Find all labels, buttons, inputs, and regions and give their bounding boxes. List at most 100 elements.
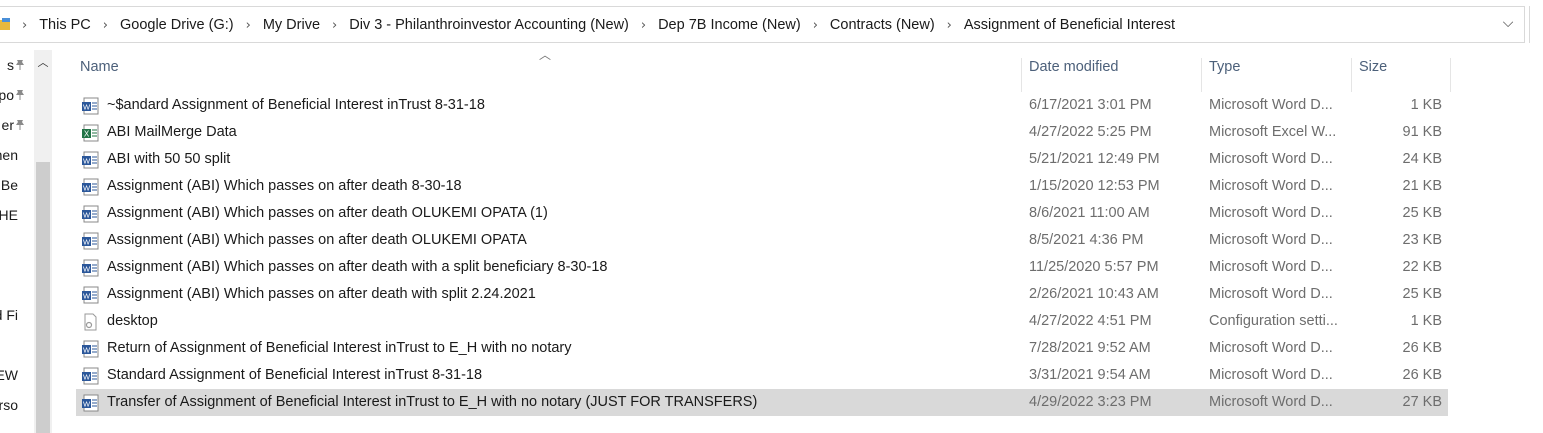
file-name: Assignment (ABI) Which passes on after d… — [107, 232, 527, 248]
word-file-icon: W — [82, 151, 99, 169]
file-type: Microsoft Word D... — [1209, 205, 1333, 221]
file-date-modified: 4/27/2022 4:51 PM — [1029, 313, 1152, 329]
file-type: Microsoft Word D... — [1209, 394, 1333, 410]
nav-item-label: Perso — [0, 397, 18, 413]
file-rows: W ~$andard Assignment of Beneficial Inter… — [76, 92, 1448, 416]
word-file-icon: W — [82, 286, 99, 304]
nav-item-label: of Be — [0, 177, 18, 193]
svg-text:W: W — [83, 373, 91, 382]
breadcrumb-item[interactable]: My Drive — [263, 17, 320, 33]
breadcrumb-item[interactable]: Dep 7B Income (New) — [658, 17, 801, 33]
svg-text:W: W — [83, 157, 91, 166]
file-row[interactable]: desktop 4/27/2022 4:51 PM Configuration se… — [76, 308, 1448, 335]
column-header-name[interactable]: Name — [80, 58, 119, 92]
word-file-icon: W — [82, 394, 99, 412]
file-row[interactable]: W Assignment (ABI) Which passes on after … — [76, 254, 1448, 281]
file-date-modified: 5/21/2021 12:49 PM — [1029, 151, 1160, 167]
file-type: Configuration setti... — [1209, 313, 1338, 329]
column-divider[interactable] — [1021, 58, 1022, 92]
nav-scrollbar-thumb[interactable] — [36, 162, 50, 433]
breadcrumb-item[interactable]: Google Drive (G:) — [120, 17, 234, 33]
chevron-right-icon[interactable]: › — [641, 18, 646, 33]
file-date-modified: 1/15/2020 12:53 PM — [1029, 178, 1160, 194]
column-divider[interactable] — [1450, 58, 1451, 92]
nav-item-label: E THE — [0, 207, 18, 223]
file-type: Microsoft Word D... — [1209, 259, 1333, 275]
file-name: Assignment (ABI) Which passes on after d… — [107, 286, 536, 302]
chevron-right-icon[interactable]: › — [332, 18, 337, 33]
file-date-modified: 6/17/2021 3:01 PM — [1029, 97, 1152, 113]
file-size: 27 KB — [1402, 394, 1443, 410]
pin-icon — [16, 60, 24, 70]
file-row[interactable]: W Return of Assignment of Beneficial Inte… — [76, 335, 1448, 362]
file-date-modified: 8/6/2021 11:00 AM — [1029, 205, 1150, 221]
svg-text:W: W — [83, 265, 91, 274]
breadcrumb-item[interactable]: Contracts (New) — [830, 17, 935, 33]
file-row[interactable]: W Assignment (ABI) Which passes on after … — [76, 200, 1448, 227]
word-file-icon: W — [82, 232, 99, 250]
chevron-right-icon[interactable]: › — [22, 18, 27, 33]
file-size: 22 KB — [1402, 259, 1443, 275]
file-date-modified: 2/26/2021 10:43 AM — [1029, 286, 1159, 302]
excel-file-icon: X — [82, 124, 99, 142]
file-type: Microsoft Word D... — [1209, 97, 1333, 113]
file-date-modified: 11/25/2020 5:57 PM — [1029, 259, 1159, 275]
file-name: Transfer of Assignment of Beneficial Int… — [107, 394, 758, 410]
chevron-right-icon[interactable]: › — [947, 18, 952, 33]
file-size: 1 KB — [1410, 97, 1442, 113]
file-list: ︿ Name Date modified Type Size W ~$andard… — [76, 48, 1452, 433]
file-size: 25 KB — [1402, 286, 1443, 302]
file-name: desktop — [107, 313, 158, 329]
file-name: Return of Assignment of Beneficial Inter… — [107, 340, 572, 356]
chevron-up-icon[interactable]: ︿ — [36, 54, 50, 69]
svg-text:W: W — [83, 292, 91, 301]
file-name: Assignment (ABI) Which passes on after d… — [107, 259, 608, 275]
nav-item-label: cumen — [0, 147, 18, 163]
svg-text:W: W — [83, 103, 91, 112]
file-row[interactable]: W Assignment (ABI) Which passes on after … — [76, 173, 1448, 200]
column-header-size[interactable]: Size — [1359, 58, 1387, 92]
nav-item-label: s — [7, 57, 14, 73]
file-date-modified: 4/29/2022 3:23 PM — [1029, 394, 1152, 410]
word-file-icon: W — [82, 205, 99, 223]
chevron-down-icon[interactable]: ⌵ — [1496, 15, 1520, 35]
column-divider[interactable] — [1351, 58, 1352, 92]
word-file-icon: W — [82, 259, 99, 277]
breadcrumb-item[interactable]: Assignment of Beneficial Interest — [964, 17, 1175, 33]
nav-item-label: po — [0, 87, 14, 103]
folder-icon — [0, 18, 10, 30]
chevron-right-icon[interactable]: › — [813, 18, 818, 33]
file-row[interactable]: W Standard Assignment of Beneficial Inter… — [76, 362, 1448, 389]
file-size: 1 KB — [1410, 313, 1442, 329]
file-size: 26 KB — [1402, 367, 1443, 383]
chevron-right-icon[interactable]: › — [103, 18, 108, 33]
breadcrumb-item[interactable]: Div 3 - Philanthroinvestor Accounting (N… — [349, 17, 629, 33]
config-file-icon — [84, 313, 97, 331]
file-name: Assignment (ABI) Which passes on after d… — [107, 205, 548, 221]
column-header-date[interactable]: Date modified — [1029, 58, 1118, 92]
svg-text:W: W — [83, 184, 91, 193]
svg-text:W: W — [83, 346, 91, 355]
file-row[interactable]: W Assignment (ABI) Which passes on after … — [76, 281, 1448, 308]
nav-item-label: er — [1, 117, 14, 133]
file-row[interactable]: W ~$andard Assignment of Beneficial Inter… — [76, 92, 1448, 119]
search-box-edge[interactable] — [1529, 6, 1543, 43]
chevron-right-icon[interactable]: › — [246, 18, 251, 33]
column-divider[interactable] — [1201, 58, 1202, 92]
file-date-modified: 4/27/2022 5:25 PM — [1029, 124, 1152, 140]
file-row[interactable]: W Assignment (ABI) Which passes on after … — [76, 227, 1448, 254]
file-type: Microsoft Word D... — [1209, 232, 1333, 248]
nav-item-label: oud Fi — [0, 307, 18, 323]
file-row[interactable]: W ABI with 50 50 split 5/21/2021 12:49 PM M… — [76, 146, 1448, 173]
file-type: Microsoft Word D... — [1209, 151, 1333, 167]
file-size: 91 KB — [1402, 124, 1443, 140]
column-header-type[interactable]: Type — [1209, 58, 1240, 92]
nav-item-label: NEW — [0, 367, 18, 383]
file-row[interactable]: W Transfer of Assignment of Beneficial In… — [76, 389, 1448, 416]
file-size: 25 KB — [1402, 205, 1443, 221]
address-bar[interactable]: › This PC › Google Drive (G:) › My Drive › Div … — [0, 6, 1525, 43]
file-size: 24 KB — [1402, 151, 1443, 167]
breadcrumb-item[interactable]: This PC — [39, 17, 91, 33]
file-row[interactable]: X ABI MailMerge Data 4/27/2022 5:25 PM Micr… — [76, 119, 1448, 146]
file-name: ABI with 50 50 split — [107, 151, 231, 167]
